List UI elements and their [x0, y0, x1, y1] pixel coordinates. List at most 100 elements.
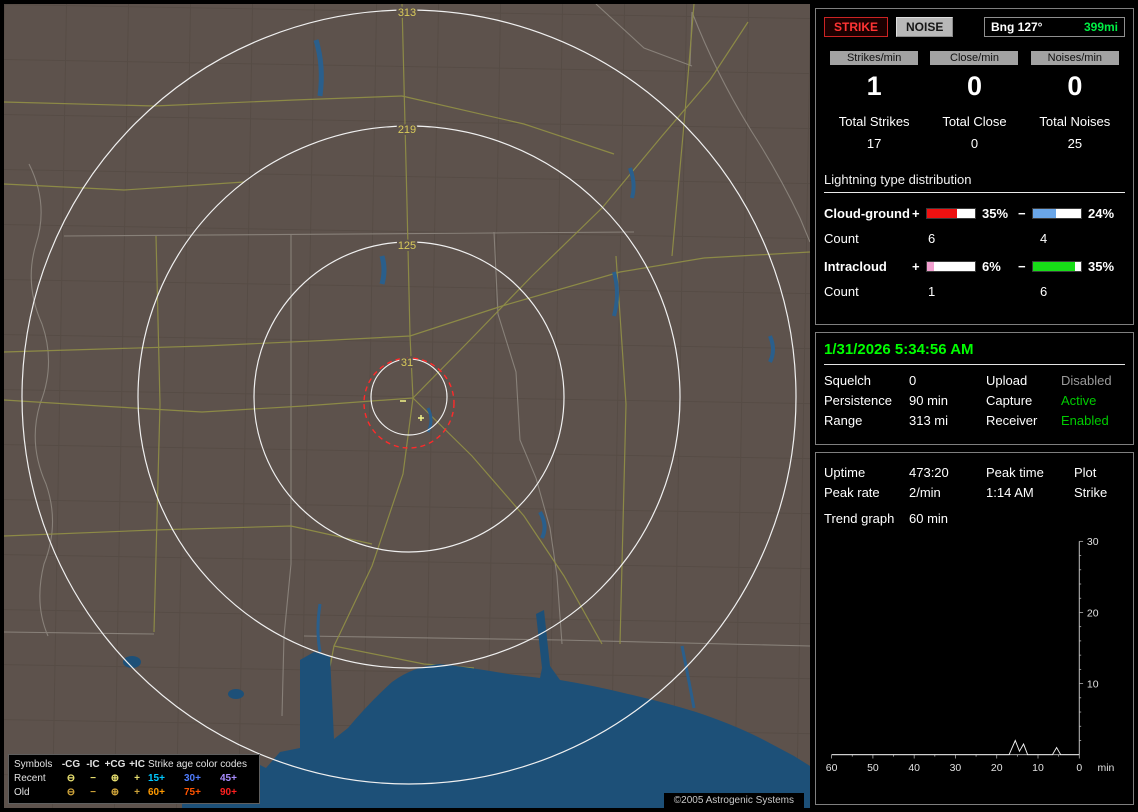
strikes-per-min-chip[interactable]: Strikes/min: [830, 51, 919, 65]
trend-info-grid: Uptime 473:20 Peak time Plot Peak rate 2…: [824, 463, 1125, 503]
trend-graph-plot: 10 20 30 60 50 40 30 20 10 0 min: [826, 537, 1115, 774]
ic-minus-bar-fill: [1033, 262, 1076, 271]
svg-text:10: 10: [1032, 763, 1044, 774]
total-strikes-label: Total Strikes: [838, 114, 910, 129]
ic-count-label: Count: [824, 284, 859, 299]
cg-plus-bar: [926, 208, 976, 219]
svg-text:40: 40: [908, 763, 920, 774]
ic-minus-pct: 35%: [1088, 259, 1115, 274]
legend-recent-label: Recent: [14, 773, 46, 784]
bearing-distance-display: Bng 127° 399mi: [984, 17, 1125, 37]
svg-text:10: 10: [1087, 679, 1099, 690]
minus-sign: −: [1018, 259, 1026, 274]
legend-age-header: Strike age color codes: [148, 759, 247, 770]
range-ring-label-219: 219: [398, 124, 416, 136]
strike-button[interactable]: STRIKE: [824, 17, 889, 37]
legend-old-label: Old: [14, 787, 30, 798]
intracloud-row: Intracloud + 6% − 35%: [824, 259, 1125, 274]
cg-minus-pct: 24%: [1088, 206, 1115, 221]
old-pos-cg-icon: ⊕: [110, 787, 120, 798]
total-noises-value: 25: [1067, 136, 1083, 151]
age-60-label: 60+: [148, 787, 165, 798]
strikes-per-min-value: 1: [866, 71, 882, 101]
total-close-label: Total Close: [942, 114, 1007, 129]
svg-text:30: 30: [1087, 537, 1099, 548]
trend-graph-label-row: Trend graph 60 min: [824, 511, 1125, 526]
ic-plus-bar-fill: [927, 262, 934, 271]
svg-text:min: min: [1098, 763, 1115, 774]
ic-minus-bar: [1032, 261, 1082, 272]
old-neg-cg-icon: ⊖: [66, 787, 76, 798]
map-canvas[interactable]: 313 219 125 31: [4, 4, 810, 808]
distance-value: 399mi: [1083, 20, 1118, 34]
noise-button[interactable]: NOISE: [896, 17, 954, 37]
trend-graph-window: 60 min: [909, 511, 949, 526]
cloud-ground-count-row: Count 6 4: [824, 231, 1125, 246]
svg-text:30: 30: [950, 763, 962, 774]
bearing-value: Bng 127°: [991, 20, 1043, 34]
upload-value: Disabled: [1061, 373, 1112, 388]
peak-time-value: 1:14 AM: [986, 485, 1034, 500]
trend-panel: Uptime 473:20 Peak time Plot Peak rate 2…: [815, 452, 1134, 805]
upload-label: Upload: [986, 373, 1028, 388]
legend-col-pos-cg: +CG: [104, 759, 126, 770]
ic-plus-pct: 6%: [982, 259, 1001, 274]
separator: [824, 364, 1125, 365]
recent-neg-cg-icon: ⊖: [66, 773, 76, 784]
svg-text:60: 60: [826, 763, 838, 774]
datetime-display: 1/31/2026 5:34:56 AM: [824, 341, 974, 358]
ic-plus-count: 1: [928, 284, 936, 299]
recent-neg-ic-icon: −: [90, 773, 96, 784]
squelch-value: 0: [909, 373, 917, 388]
total-strikes-value: 17: [866, 136, 882, 151]
legend-old-row: Old ⊖ − ⊕ + 60+ 75+ 90+: [14, 786, 254, 800]
age-45-label: 45+: [220, 773, 237, 784]
cloud-ground-row: Cloud-ground + 35% − 24%: [824, 206, 1125, 221]
noises-per-min-value: 0: [1067, 71, 1083, 101]
trend-graph-label: Trend graph: [824, 511, 895, 526]
close-per-min-value: 0: [966, 71, 982, 101]
close-per-min-chip[interactable]: Close/min: [930, 51, 1019, 65]
svg-text:0: 0: [1076, 763, 1082, 774]
rate-grid: Strikes/min Close/min Noises/min 1 0 0 T…: [824, 51, 1125, 151]
peak-time-label: Peak time: [986, 465, 1044, 480]
map-view: 313 219 125 31 Symbols -CG -IC +CG +IC S…: [4, 4, 810, 808]
cloud-ground-label: Cloud-ground: [824, 206, 910, 221]
intracloud-count-row: Count 1 6: [824, 284, 1125, 299]
noises-per-min-chip[interactable]: Noises/min: [1030, 51, 1119, 65]
legend-col-pos-ic: +IC: [129, 759, 145, 770]
range-value: 313 mi: [909, 413, 949, 428]
capture-value: Active: [1061, 393, 1097, 408]
age-75-label: 75+: [184, 787, 201, 798]
peak-rate-value: 2/min: [909, 485, 941, 500]
persistence-label: Persistence: [824, 393, 892, 408]
cg-plus-bar-fill: [927, 209, 957, 218]
uptime-value: 473:20: [909, 465, 949, 480]
old-pos-ic-icon: +: [134, 787, 140, 798]
svg-text:20: 20: [1087, 608, 1099, 619]
receiver-label: Receiver: [986, 413, 1038, 428]
age-30-label: 30+: [184, 773, 201, 784]
cg-plus-pct: 35%: [982, 206, 1009, 221]
status-panel: 1/31/2026 5:34:56 AM Squelch 0 Upload Di…: [815, 332, 1134, 445]
legend-col-neg-ic: -IC: [86, 759, 100, 770]
range-ring-label-31: 31: [401, 357, 413, 369]
receiver-value: Enabled: [1061, 413, 1109, 428]
status-grid: Squelch 0 Upload Disabled Persistence 90…: [824, 371, 1125, 431]
svg-text:20: 20: [991, 763, 1003, 774]
legend-recent-row: Recent ⊖ − ⊕ + 15+ 30+ 45+: [14, 772, 254, 786]
intracloud-label: Intracloud: [824, 259, 887, 274]
plot-value[interactable]: Strike: [1074, 483, 1125, 503]
range-label: Range: [824, 413, 863, 428]
mode-toggle-row: STRIKE NOISE Bng 127° 399mi: [824, 17, 1125, 37]
cg-minus-count: 4: [1040, 231, 1048, 246]
sidebar: STRIKE NOISE Bng 127° 399mi Strikes/min …: [815, 8, 1134, 805]
cg-plus-count: 6: [928, 231, 936, 246]
squelch-label: Squelch: [824, 373, 871, 388]
range-ring-label-313: 313: [398, 7, 416, 19]
ic-minus-count: 6: [1040, 284, 1048, 299]
legend-header-row: Symbols -CG -IC +CG +IC Strike age color…: [14, 758, 254, 772]
recent-pos-cg-icon: ⊕: [110, 773, 120, 784]
cg-minus-bar: [1032, 208, 1082, 219]
plot-label: Plot: [1074, 465, 1097, 480]
